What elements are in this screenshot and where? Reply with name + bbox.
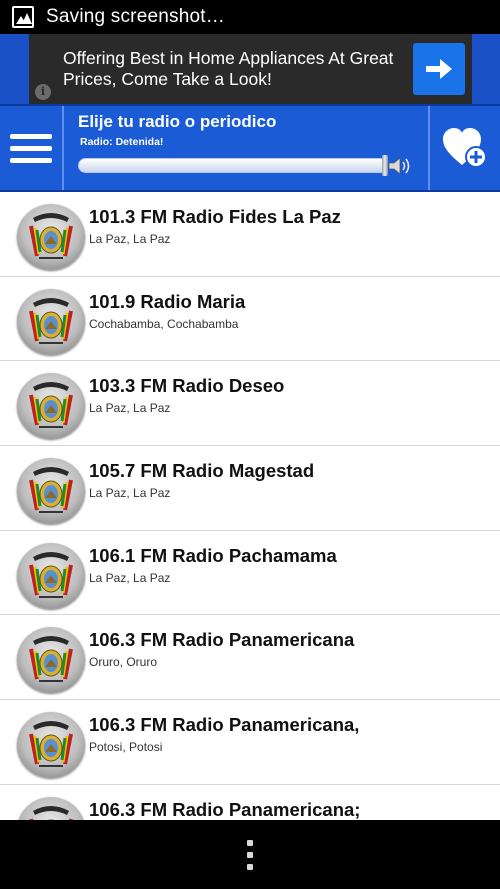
- bolivia-crest-icon: [17, 204, 85, 270]
- overflow-menu-icon[interactable]: [245, 840, 255, 870]
- image-icon: [12, 6, 34, 28]
- arrow-right-icon[interactable]: [413, 43, 465, 95]
- station-row[interactable]: 101.3 FM Radio Fides La Paz La Paz, La Pa…: [0, 192, 500, 277]
- heart-plus-icon[interactable]: [430, 106, 500, 190]
- player-toolbar: Elije tu radio o periodico Radio: Deteni…: [0, 104, 500, 192]
- station-row[interactable]: 103.3 FM Radio Deseo La Paz, La Paz: [0, 361, 500, 447]
- bolivia-crest-icon: [17, 542, 85, 609]
- speaker-icon[interactable]: [388, 156, 412, 176]
- station-row[interactable]: 106.1 FM Radio Pachamama La Paz, La Paz: [0, 531, 500, 616]
- ad-content[interactable]: Offering Best in Home Appliances At Grea…: [29, 34, 472, 104]
- station-name: 106.3 FM Radio Panamericana: [89, 629, 355, 651]
- station-location: Oruro, Oruro: [89, 655, 158, 670]
- bolivia-crest-icon: [17, 712, 85, 779]
- bolivia-crest-icon: [17, 288, 85, 355]
- status-text: Saving screenshot…: [46, 6, 225, 27]
- station-row[interactable]: 106.3 FM Radio Panamericana, Potosi, Poto…: [0, 700, 500, 785]
- station-location: La Paz, La Paz: [89, 570, 171, 585]
- station-name: 106.3 FM Radio Panamericana,: [89, 714, 360, 736]
- station-row[interactable]: 101.9 Radio Maria Cochabamba, Cochabamba: [0, 277, 500, 362]
- station-location: Cochabamba, Cochabamba: [89, 316, 239, 331]
- toolbar-divider: [62, 106, 64, 190]
- station-row[interactable]: 106.3 FM Radio Panamericana;: [0, 785, 500, 820]
- ad-text[interactable]: Offering Best in Home Appliances At Grea…: [63, 48, 413, 90]
- status-bar: Saving screenshot…: [0, 0, 500, 34]
- station-name: 101.3 FM Radio Fides La Paz: [89, 206, 341, 227]
- station-name: 103.3 FM Radio Deseo: [89, 375, 285, 397]
- station-name: 101.9 Radio Maria: [89, 290, 246, 312]
- hamburger-menu-icon[interactable]: [0, 106, 62, 190]
- station-location: La Paz, La Paz: [89, 232, 171, 246]
- station-location: La Paz, La Paz: [89, 486, 171, 501]
- bolivia-crest-icon: [17, 373, 85, 440]
- player-title: Elije tu radio o periodico: [78, 112, 277, 131]
- station-list[interactable]: 101.3 FM Radio Fides La Paz La Paz, La Pa…: [0, 192, 500, 820]
- ad-info-icon[interactable]: i: [35, 84, 51, 100]
- player-status: Radio: Detenida!: [80, 136, 164, 148]
- station-name: 106.1 FM Radio Pachamama: [89, 544, 337, 566]
- station-location: Potosi, Potosi: [89, 740, 163, 755]
- station-location: La Paz, La Paz: [89, 401, 171, 416]
- volume-slider[interactable]: [78, 158, 388, 173]
- bolivia-crest-icon: [17, 458, 85, 525]
- player-panel: Elije tu radio o periodico Radio: Deteni…: [70, 106, 420, 190]
- navigation-bar: [0, 820, 500, 889]
- station-row[interactable]: 106.3 FM Radio Panamericana Oruro, Oruro: [0, 615, 500, 701]
- station-name: 105.7 FM Radio Magestad: [89, 460, 315, 482]
- ad-banner[interactable]: Offering Best in Home Appliances At Grea…: [0, 34, 500, 104]
- station-name: 106.3 FM Radio Panamericana;: [89, 798, 361, 820]
- station-row[interactable]: 105.7 FM Radio Magestad La Paz, La Paz: [0, 446, 500, 531]
- bolivia-crest-icon: [17, 796, 85, 820]
- bolivia-crest-icon: [17, 627, 85, 694]
